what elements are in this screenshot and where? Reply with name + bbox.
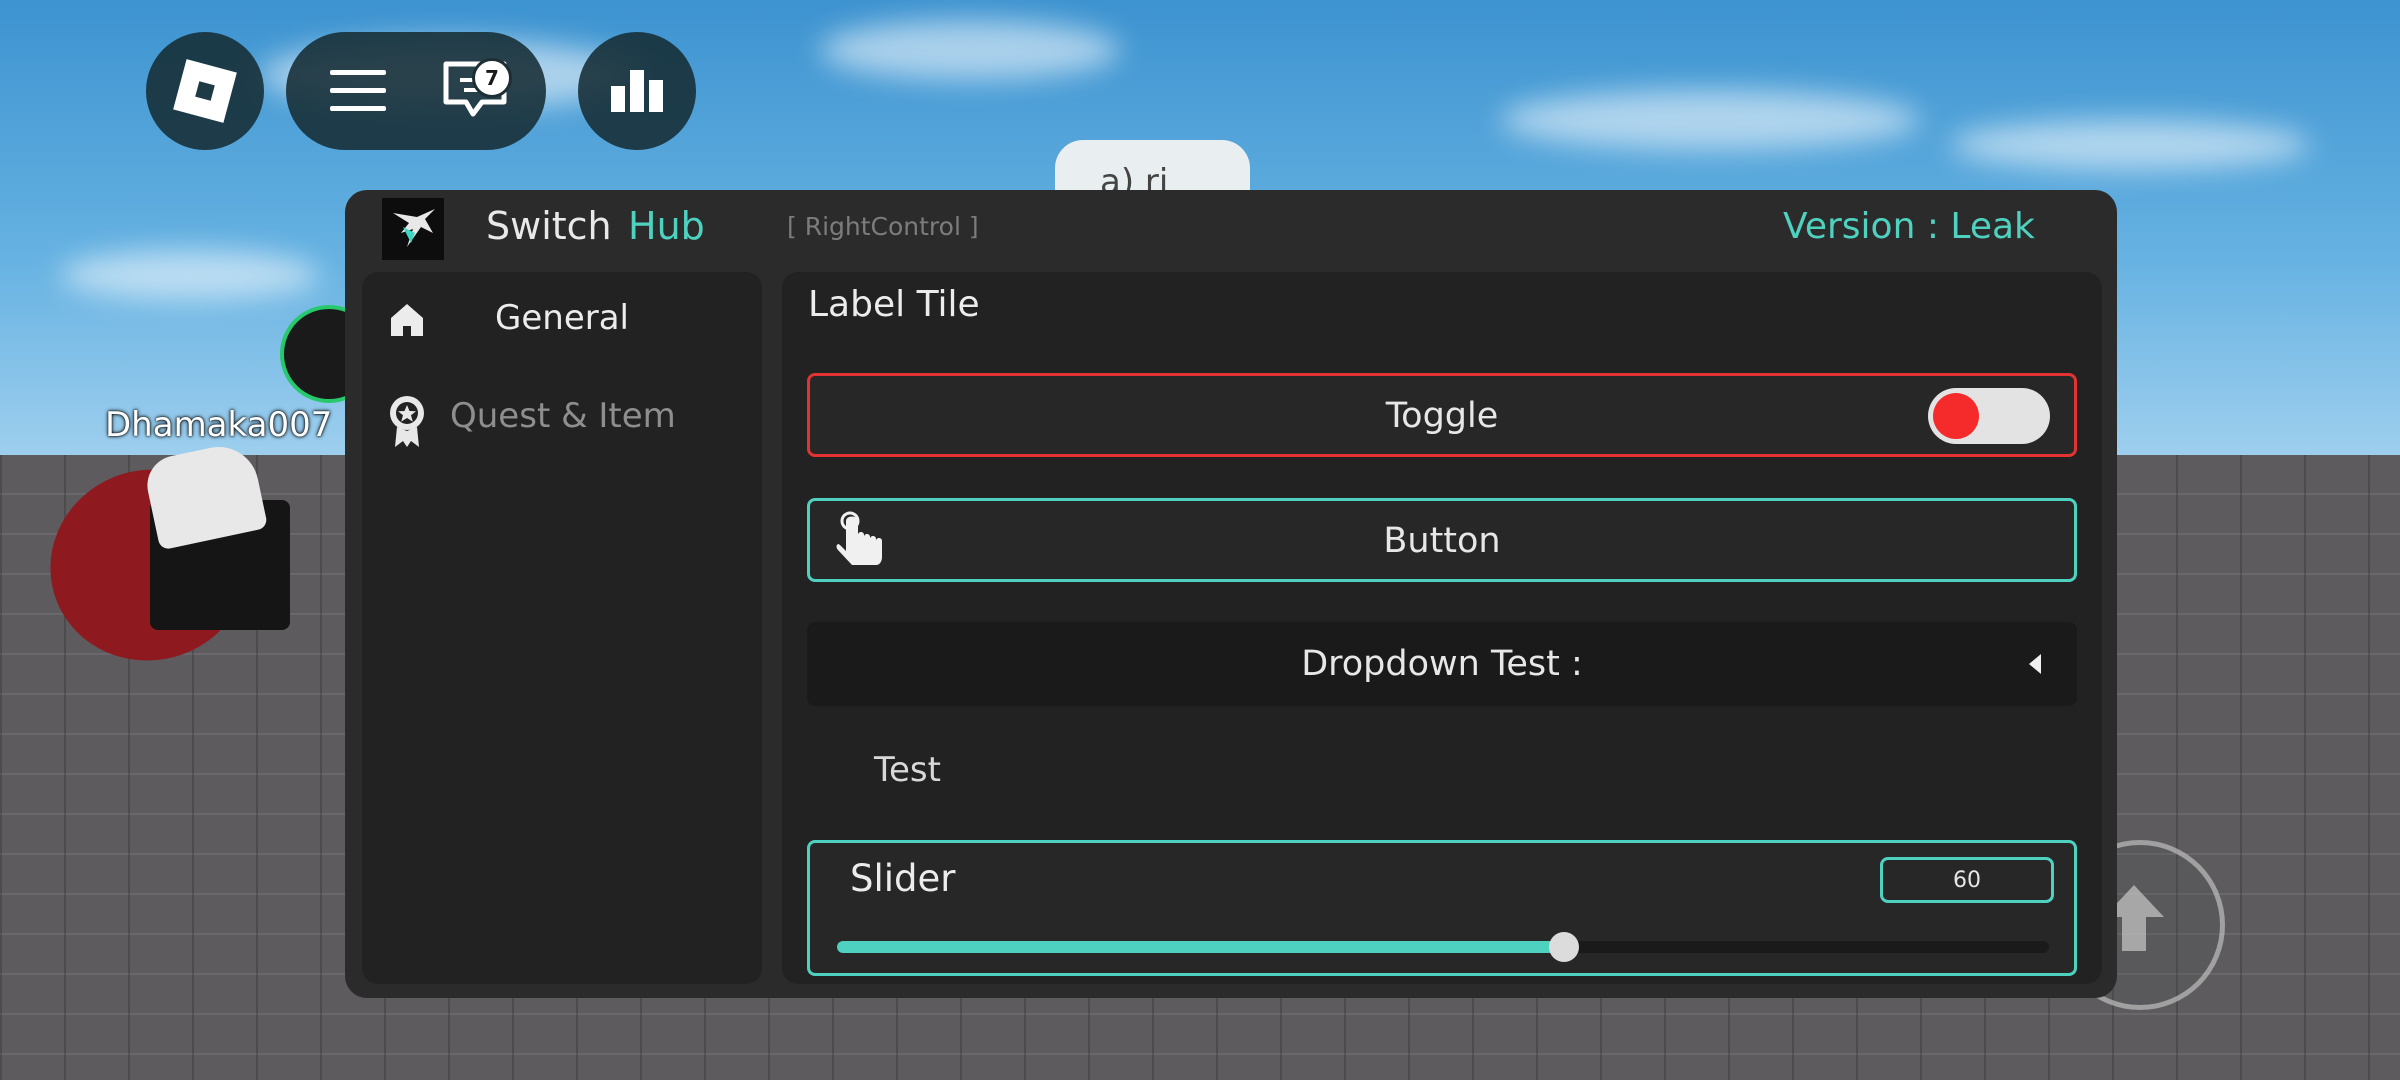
slider-label: Slider — [850, 857, 956, 900]
dropdown-label: Dropdown Test : — [1301, 644, 1583, 684]
sidebar-item-label: General — [495, 298, 629, 338]
chat-badge: 7 — [472, 58, 512, 98]
toggle-row[interactable]: Toggle — [807, 373, 2077, 457]
keybind-hint: [ RightControl ] — [787, 212, 979, 241]
content-panel[interactable]: Label Tile Toggle Button Dropdown Test :… — [782, 272, 2102, 984]
window-title: Switch — [486, 204, 612, 248]
plain-label: Test — [874, 750, 941, 790]
slider-handle[interactable] — [1549, 932, 1580, 962]
leaderboard-icon — [611, 66, 663, 116]
window-title-accent: Hub — [628, 204, 705, 248]
slider-fill — [837, 941, 1565, 953]
sidebar: General Quest & Item — [362, 272, 762, 984]
chat-icon[interactable]: 7 — [442, 58, 512, 120]
switch-hub-window[interactable]: Switch Hub [ RightControl ] Version : Le… — [345, 190, 2117, 998]
toggle-label: Toggle — [1385, 396, 1499, 436]
menu-icon[interactable] — [330, 68, 386, 114]
dropdown-test[interactable]: Dropdown Test : — [807, 622, 2077, 706]
sidebar-item-label: Quest & Item — [450, 396, 676, 436]
roblox-menu-button[interactable] — [146, 32, 264, 150]
slider-track[interactable] — [837, 932, 2049, 962]
slider-value-box[interactable]: 60 — [1880, 857, 2054, 903]
hub-logo-icon — [382, 198, 444, 260]
player-name-tag: Dhamaka007 — [105, 405, 333, 445]
sidebar-item-general[interactable]: General — [362, 280, 762, 360]
toggle-knob — [1933, 393, 1979, 439]
sidebar-item-quest-item[interactable]: Quest & Item — [362, 382, 762, 462]
test-button[interactable]: Button — [807, 498, 2077, 582]
window-titlebar[interactable]: Switch Hub [ RightControl ] Version : Le… — [345, 190, 2117, 270]
caret-left-icon — [2029, 654, 2041, 674]
leaderboard-button[interactable] — [578, 32, 696, 150]
roblox-logo-icon — [173, 59, 237, 123]
version-label: Version : Leak — [1783, 206, 2035, 247]
button-label: Button — [1383, 521, 1501, 561]
toggle-switch[interactable] — [1928, 388, 2050, 444]
section-title: Label Tile — [808, 284, 980, 325]
slider-row[interactable]: Slider 60 — [807, 840, 2077, 976]
medal-icon — [387, 396, 427, 447]
home-icon — [387, 298, 427, 342]
menu-chat-pill: 7 — [286, 32, 546, 150]
